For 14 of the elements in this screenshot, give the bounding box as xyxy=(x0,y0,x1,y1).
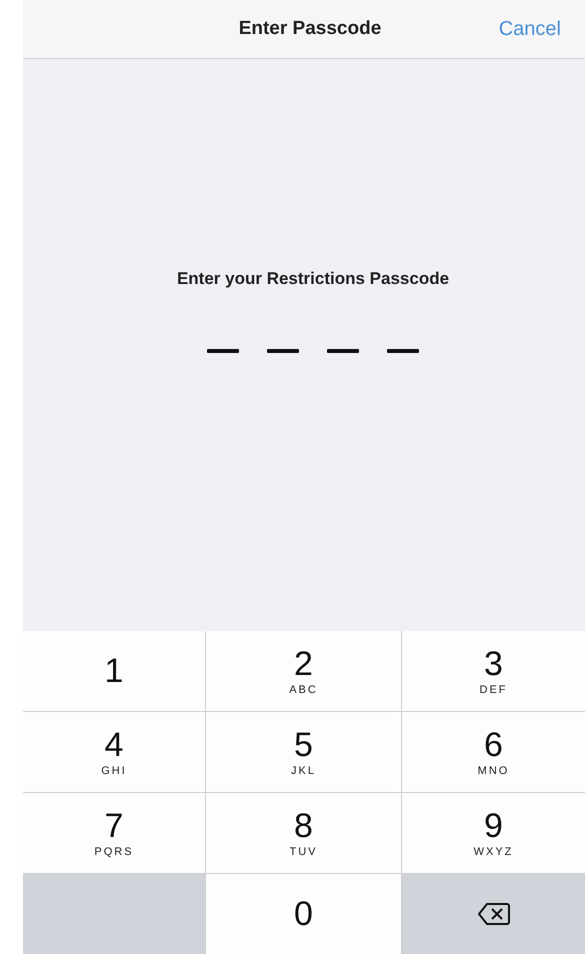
delete-key[interactable] xyxy=(402,874,585,954)
keypad-key[interactable]: 2 ABC xyxy=(206,631,401,711)
keypad-key[interactable]: 5 JKL xyxy=(206,712,401,792)
keypad-key[interactable]: 7 PQRS xyxy=(23,793,205,873)
keypad-key[interactable]: 6 MNO xyxy=(402,712,585,792)
keypad-key[interactable]: 0 xyxy=(206,874,401,954)
backspace-icon xyxy=(476,902,510,926)
keypad-key[interactable]: 4 GHI xyxy=(23,712,205,792)
keypad-key[interactable]: 1 xyxy=(23,631,205,711)
keypad-key[interactable]: 9 WXYZ xyxy=(402,793,585,873)
keypad-key[interactable]: 3 DEF xyxy=(402,631,585,711)
keypad-key[interactable]: 8 TUV xyxy=(206,793,401,873)
nav-title: Enter Passcode xyxy=(238,18,382,40)
passcode-prompt: Enter your Restrictions Passcode xyxy=(176,269,450,289)
